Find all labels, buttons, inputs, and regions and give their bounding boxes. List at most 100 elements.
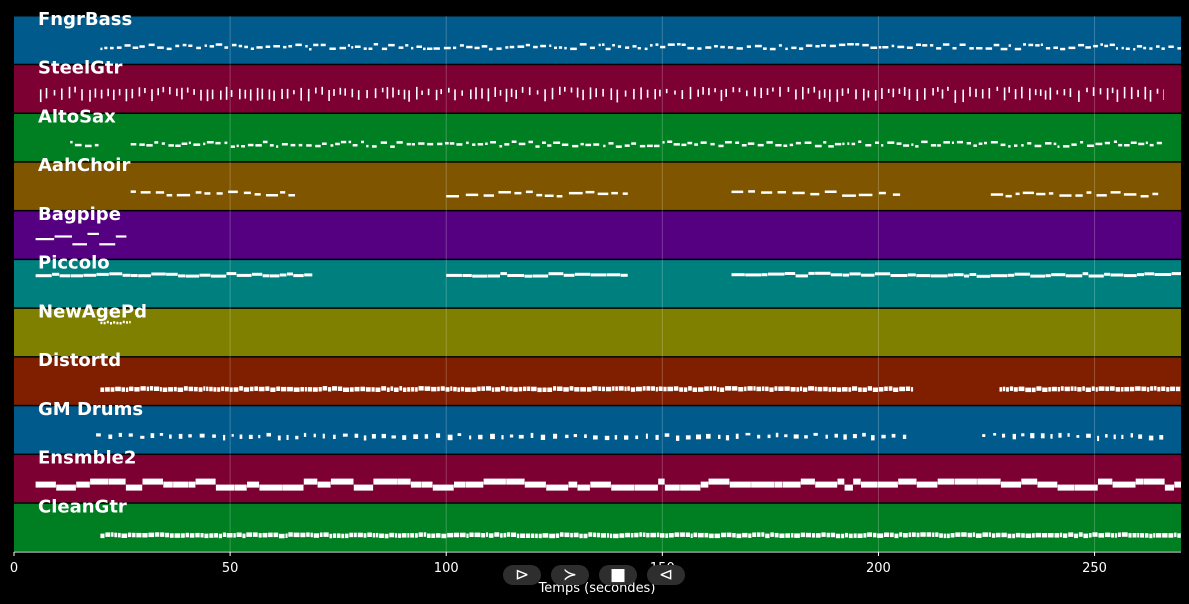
note [903,87,906,96]
note [697,47,702,50]
note [397,533,402,538]
note [436,433,441,438]
note [842,194,856,197]
note [173,386,177,392]
note [821,44,826,47]
note [204,44,207,47]
note [140,191,151,194]
note [1040,433,1045,439]
note [528,87,531,96]
note [1154,273,1172,276]
note [732,533,736,538]
note [693,532,698,538]
note [841,88,844,96]
note [731,386,738,391]
note [249,386,254,392]
note [950,533,955,538]
note [847,88,849,94]
note [394,533,398,538]
note [642,386,646,391]
note [1048,192,1054,195]
note [329,533,333,539]
note [411,143,415,146]
note [386,387,390,392]
note [907,273,916,277]
note [157,88,159,96]
note [1162,533,1168,538]
back-button[interactable]: ⊲ [647,565,685,585]
note [238,44,243,48]
note [1149,47,1153,50]
note [61,88,63,100]
note [478,434,483,440]
note [601,386,605,392]
note [193,89,195,95]
note [168,387,174,392]
note [766,88,769,95]
note [774,386,778,391]
forward-button[interactable]: ≻ [551,565,589,585]
note [1148,435,1154,441]
note [386,87,389,99]
note [650,44,653,47]
note [487,88,490,102]
note [248,434,253,439]
note [375,387,381,392]
note [471,387,477,392]
play-button[interactable]: ⊳ [503,565,541,585]
note [213,387,217,392]
note [447,532,454,538]
note [125,484,143,491]
note [107,88,109,97]
note [313,433,316,438]
note [1001,532,1007,538]
note [1098,533,1105,538]
note [427,88,430,96]
note [1065,274,1083,278]
note [111,532,114,537]
note [1013,387,1018,392]
note [481,88,483,99]
note [1133,48,1136,51]
note [416,45,422,48]
note [514,191,522,195]
note [747,386,753,391]
note [794,533,800,538]
note [916,532,920,538]
note [470,89,472,100]
note [872,387,879,392]
note [1034,89,1037,96]
note [206,386,209,392]
note [433,47,440,50]
note [209,533,214,538]
note [225,86,228,100]
note [258,386,265,392]
stop-button[interactable]: ■ [599,565,637,585]
x-tick-label: 250 [1082,561,1107,576]
note [1149,90,1152,102]
note [1137,533,1140,538]
note [332,386,338,391]
note [1002,433,1006,438]
note [403,89,406,100]
note [1030,433,1035,439]
note [251,272,263,276]
note [280,386,287,392]
note [1096,194,1107,197]
note [230,145,235,148]
note [1040,43,1043,46]
note [1163,89,1164,100]
note [139,143,145,146]
note [1076,435,1080,438]
note [328,387,332,392]
note [585,190,595,194]
track-label: FngrBass [38,9,132,30]
note [454,481,466,488]
note [96,433,101,437]
note [239,434,243,439]
note [828,387,832,392]
note [342,433,348,437]
note [834,142,842,146]
note [596,532,601,538]
note [265,386,270,391]
